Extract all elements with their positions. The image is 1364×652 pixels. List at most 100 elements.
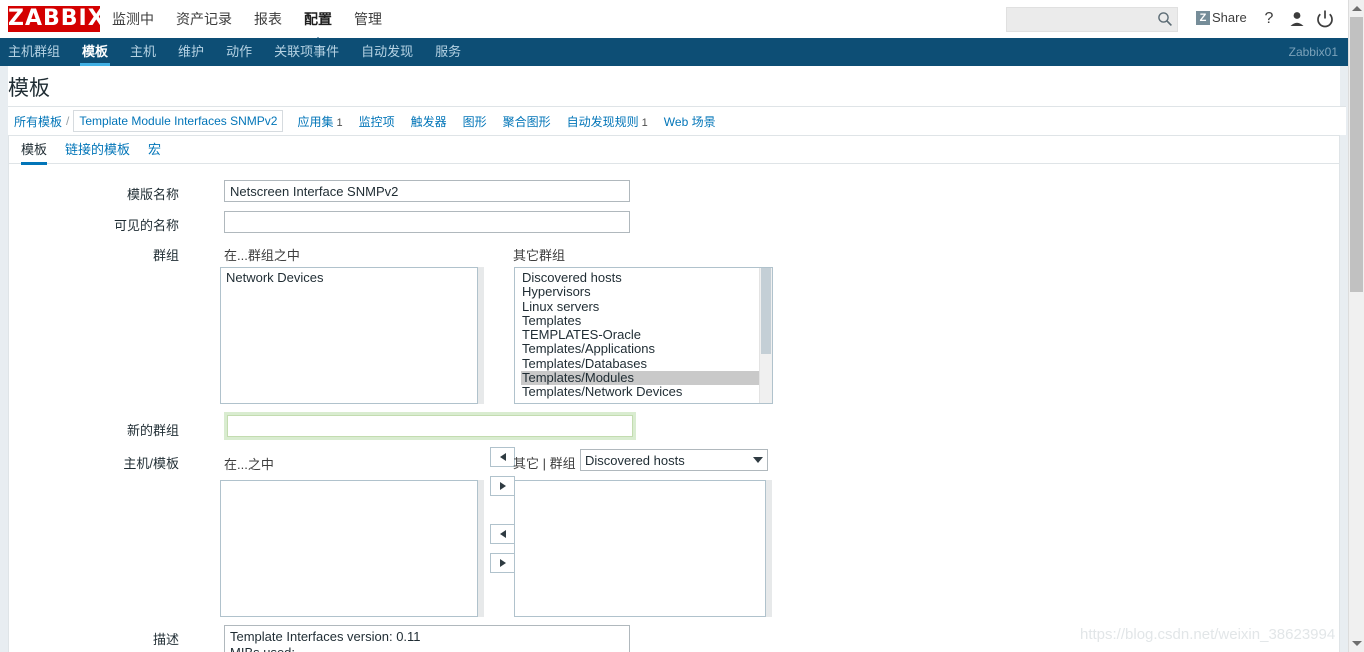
top-navigation: 监测中 资产记录 报表 配置 管理: [112, 0, 382, 44]
in-groups-label: 在...群组之中: [224, 248, 300, 263]
groups-move-right-button[interactable]: [490, 476, 515, 496]
share-badge-icon: Z: [1196, 10, 1210, 25]
other-groups-scrollbar[interactable]: [759, 268, 772, 403]
triangle-right-icon: [499, 559, 506, 567]
subnav-item-services[interactable]: 服务: [433, 38, 463, 66]
browser-scrollbar[interactable]: [1348, 0, 1364, 652]
in-groups-options: Network Devices: [221, 268, 477, 403]
breadcrumb-tab-web-scenarios-label: Web 场景: [663, 114, 716, 129]
breadcrumb-tab-graphs-label: 图形: [462, 114, 487, 129]
triangle-right-icon: [499, 482, 506, 490]
user-profile-icon[interactable]: [1286, 8, 1308, 30]
breadcrumb-tab-triggers-label: 触发器: [410, 114, 447, 129]
subnav-item-hosts[interactable]: 主机: [128, 38, 158, 66]
top-header-bar: ZABBIX 监测中 资产记录 报表 配置 管理 Z Share ?: [0, 0, 1348, 44]
subnav-item-maintenance[interactable]: 维护: [176, 38, 206, 66]
triangle-left-icon: [499, 530, 506, 538]
other-groups-label: 其它群组: [513, 248, 566, 263]
breadcrumb-tab-discovery-rules-count: 1: [641, 116, 648, 129]
breadcrumb-tab-applications-count: 1: [336, 116, 343, 129]
other-group-option[interactable]: Templates: [521, 313, 772, 328]
groups-label: 群组: [152, 248, 179, 263]
breadcrumb-tab-items[interactable]: 监控项: [359, 113, 395, 130]
help-icon[interactable]: ?: [1258, 8, 1280, 30]
breadcrumb-separator: /: [66, 114, 70, 128]
breadcrumb-tab-triggers[interactable]: 触发器: [411, 113, 447, 130]
topnav-item-administration[interactable]: 管理: [354, 0, 382, 38]
description-textarea[interactable]: Template Interfaces version: 0.11 MIBs u…: [224, 625, 630, 652]
other-group-option-selected[interactable]: Templates/Modules: [521, 370, 772, 386]
other-group-option[interactable]: Templates/Applications: [521, 342, 772, 357]
new-group-input[interactable]: [227, 415, 633, 437]
template-name-label: 模版名称: [126, 187, 179, 202]
search-icon[interactable]: [1157, 11, 1173, 27]
hosts-templates-move-left-button[interactable]: [490, 524, 515, 544]
breadcrumb-tab-graphs[interactable]: 图形: [463, 113, 487, 130]
visible-name-input[interactable]: [224, 211, 630, 233]
topnav-item-inventory[interactable]: 资产记录: [176, 0, 232, 38]
template-name-input[interactable]: [224, 180, 630, 202]
in-groups-scrollbar[interactable]: [478, 267, 484, 404]
breadcrumb-all-templates[interactable]: 所有模板: [14, 113, 62, 130]
breadcrumb-tab-discovery-rules-label: 自动发现规则: [566, 114, 639, 129]
visible-name-label: 可见的名称: [113, 218, 179, 233]
breadcrumb-current-template[interactable]: Template Module Interfaces SNMPv2: [73, 110, 284, 132]
power-signout-icon[interactable]: [1314, 8, 1336, 30]
other-groups-scrollbar-thumb[interactable]: [761, 268, 771, 354]
zabbix-logo[interactable]: ZABBIX: [8, 6, 105, 32]
hosts-templates-other-label: 其它 | 群组: [513, 456, 576, 471]
subnav-item-actions[interactable]: 动作: [224, 38, 254, 66]
other-group-option[interactable]: Templates/Network Devices: [521, 385, 772, 400]
breadcrumb: 所有模板 / Template Module Interfaces SNMPv2…: [8, 106, 1346, 135]
share-button[interactable]: Z Share: [1196, 10, 1247, 25]
subnav-item-discovery[interactable]: 自动发现: [359, 38, 415, 66]
hosts-templates-label: 主机/模板: [123, 456, 179, 471]
in-groups-listbox[interactable]: Network Devices: [220, 267, 478, 404]
left-page-gutter: [0, 66, 8, 652]
scroll-up-arrow-icon[interactable]: [1352, 6, 1362, 11]
other-group-option[interactable]: Discovered hosts: [521, 270, 772, 285]
other-group-option[interactable]: TEMPLATES-Oracle: [521, 327, 772, 342]
in-group-option[interactable]: Network Devices: [225, 270, 477, 285]
page-title: 模板: [8, 77, 50, 100]
breadcrumb-tab-screens[interactable]: 聚合图形: [503, 113, 551, 130]
subnav-item-host-groups[interactable]: 主机群组: [6, 38, 62, 66]
hosts-templates-other-listbox[interactable]: [514, 480, 766, 617]
description-label: 描述: [152, 632, 179, 647]
tab-macros[interactable]: 宏: [148, 136, 161, 164]
tab-template[interactable]: 模板: [21, 136, 48, 165]
hosts-templates-group-select[interactable]: Discovered hosts: [580, 449, 768, 471]
configuration-subnav-bar: 主机群组 模板 主机 维护 动作 关联项事件 自动发现 服务 Zabbix01: [0, 38, 1348, 66]
hosts-templates-in-scrollbar[interactable]: [478, 480, 484, 617]
other-groups-options: Discovered hosts Hypervisors Linux serve…: [515, 268, 772, 403]
other-group-option[interactable]: Templates/Databases: [521, 356, 772, 371]
subnav-item-event-correlation[interactable]: 关联项事件: [272, 38, 341, 66]
breadcrumb-tab-discovery-rules[interactable]: 自动发现规则 1: [567, 113, 648, 130]
form-tabs: 模板 链接的模板 宏: [9, 136, 1339, 165]
breadcrumb-tab-screens-label: 聚合图形: [502, 114, 551, 129]
hosts-templates-in-listbox[interactable]: [220, 480, 478, 617]
global-search[interactable]: [1006, 7, 1178, 32]
topnav-item-reports[interactable]: 报表: [254, 0, 282, 38]
subnav-item-templates[interactable]: 模板: [80, 38, 111, 66]
search-input[interactable]: [1007, 8, 1149, 29]
scroll-down-arrow-icon[interactable]: [1352, 641, 1362, 646]
hosts-templates-in-label: 在...之中: [224, 457, 274, 472]
zabbix-template-config-page: ZABBIX 监测中 资产记录 报表 配置 管理 Z Share ? 主机群组 …: [0, 0, 1364, 652]
other-group-option[interactable]: Hypervisors: [521, 284, 772, 299]
other-group-option[interactable]: Linux servers: [521, 299, 772, 314]
right-page-gutter: [1340, 66, 1348, 652]
breadcrumb-tab-web-scenarios[interactable]: Web 场景: [664, 113, 716, 130]
breadcrumb-tab-applications-label: 应用集: [297, 114, 334, 129]
configuration-subnav-items: 主机群组 模板 主机 维护 动作 关联项事件 自动发现 服务: [6, 38, 463, 66]
triangle-left-icon: [499, 453, 506, 461]
hosts-templates-other-scrollbar[interactable]: [766, 480, 772, 617]
groups-move-left-button[interactable]: [490, 447, 515, 467]
browser-scrollbar-thumb[interactable]: [1350, 17, 1363, 292]
tab-linked-templates[interactable]: 链接的模板: [65, 136, 130, 164]
breadcrumb-tab-applications[interactable]: 应用集 1: [297, 113, 342, 130]
topnav-item-configuration[interactable]: 配置: [304, 0, 332, 44]
hosts-templates-move-right-button[interactable]: [490, 553, 515, 573]
other-groups-listbox[interactable]: Discovered hosts Hypervisors Linux serve…: [514, 267, 773, 404]
topnav-item-monitoring[interactable]: 监测中: [112, 0, 154, 38]
